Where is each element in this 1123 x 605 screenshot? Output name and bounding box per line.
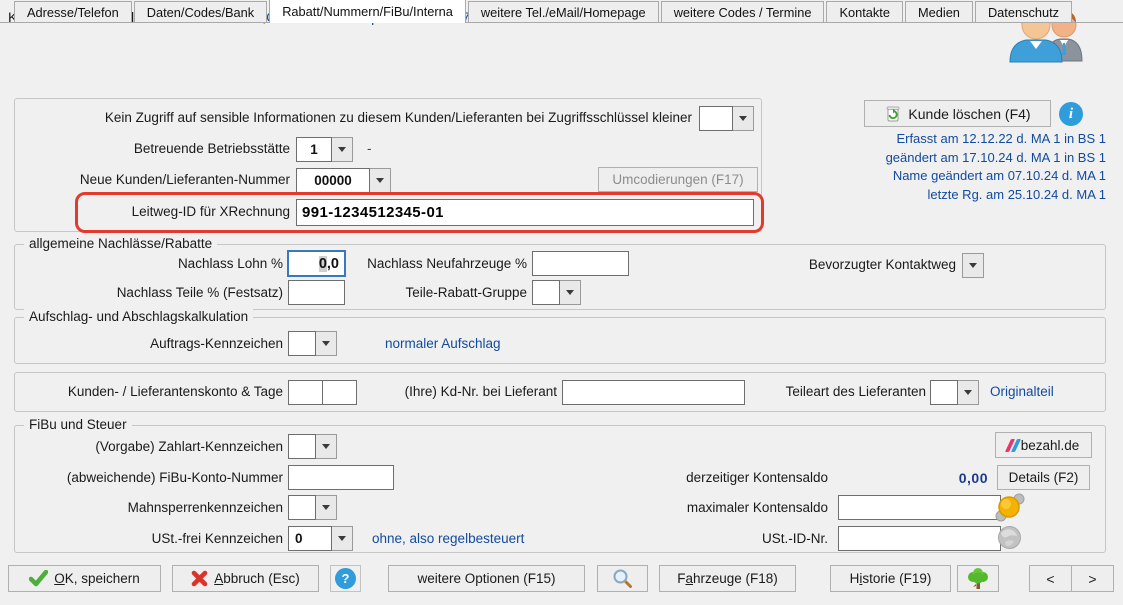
- info-icon[interactable]: i: [1059, 102, 1083, 126]
- tab-kontakte[interactable]: Kontakte: [826, 1, 903, 22]
- weitere-optionen-button[interactable]: weitere Optionen (F15): [388, 565, 585, 592]
- fibu-konto-label: (abweichende) FiBu-Konto-Nummer: [0, 470, 283, 485]
- coins-icon[interactable]: [995, 492, 1025, 527]
- chevron-down-icon[interactable]: [316, 495, 337, 520]
- tree-icon: [966, 567, 990, 591]
- prev-record-button[interactable]: <: [1029, 565, 1072, 592]
- ust-id-label: USt.-ID-Nr.: [600, 531, 828, 546]
- nachlass-neufahrzeuge-label: Nachlass Neufahrzeuge %: [330, 256, 527, 271]
- nachlass-neufahrzeuge-input[interactable]: [532, 251, 629, 276]
- tab-datenschutz[interactable]: Datenschutz: [975, 1, 1072, 22]
- kontensaldo-value: 0,00: [860, 470, 988, 486]
- neue-nummer-combo[interactable]: 00000: [296, 168, 391, 193]
- chevron-down-icon[interactable]: [370, 168, 391, 193]
- info-line: Erfasst am 12.12.22 d. MA 1 in BS 1: [700, 130, 1106, 149]
- bezahl-slashes-icon: [1008, 439, 1018, 452]
- tab-daten-codes-bank[interactable]: Daten/Codes/Bank: [134, 1, 267, 22]
- betriebsstaette-label: Betreuende Betriebsstätte: [0, 141, 290, 156]
- teile-rabatt-gruppe-label: Teile-Rabatt-Gruppe: [350, 285, 527, 300]
- zahlart-label: (Vorgabe) Zahlart-Kennzeichen: [0, 439, 283, 454]
- check-icon: [29, 570, 48, 587]
- fibu-legend: FiBu und Steuer: [24, 417, 132, 432]
- chevron-down-icon[interactable]: [958, 380, 979, 405]
- record-history-info: Erfasst am 12.12.22 d. MA 1 in BS 1 geän…: [700, 130, 1106, 204]
- tab-bar: Adresse/Telefon Daten/Codes/Bank Rabatt/…: [0, 0, 1123, 23]
- details-button[interactable]: Details (F2): [997, 465, 1090, 490]
- kdnr-lieferant-input[interactable]: [562, 380, 745, 405]
- info-line: geändert am 17.10.24 d. MA 1 in BS 1: [700, 149, 1106, 168]
- teileart-combo[interactable]: [930, 380, 979, 405]
- tab-rabatt-nummern-fibu-interna[interactable]: Rabatt/Nummern/FiBu/Interna: [269, 0, 466, 23]
- info-line: letzte Rg. am 25.10.24 d. MA 1: [700, 186, 1106, 205]
- konto-tage-label: Kunden- / Lieferantenskonto & Tage: [0, 384, 283, 399]
- nachlass-teile-label: Nachlass Teile % (Festsatz): [0, 285, 283, 300]
- betriebsstaette-suffix: -: [367, 141, 372, 156]
- chevron-down-icon[interactable]: [560, 280, 581, 305]
- fibu-konto-input[interactable]: [288, 465, 394, 490]
- search-button[interactable]: [597, 565, 648, 592]
- kunde-loeschen-button[interactable]: Kunde löschen (F4): [864, 100, 1051, 127]
- kundenkonto-input[interactable]: [288, 380, 323, 405]
- zahlart-combo[interactable]: [288, 434, 337, 459]
- search-icon: [612, 568, 633, 589]
- info-line: Name geändert am 07.10.24 d. MA 1: [700, 167, 1106, 186]
- kontensaldo-label: derzeitiger Kontensaldo: [600, 470, 828, 485]
- ust-frei-label: USt.-frei Kennzeichen: [0, 531, 283, 546]
- fahrzeuge-button[interactable]: Fahrzeuge (F18): [659, 565, 796, 592]
- tree-view-button[interactable]: [957, 565, 999, 592]
- kontaktweg-label: Bevorzugter Kontaktweg: [756, 257, 956, 272]
- rabatte-legend: allgemeine Nachlässe/Rabatte: [24, 236, 217, 251]
- customer-detail-window: Kd-Nr 10012 Kd-Name Benz GmbH,Carl Fried…: [0, 0, 1123, 605]
- chevron-down-icon[interactable]: [332, 526, 353, 551]
- tab-medien[interactable]: Medien: [905, 1, 973, 22]
- ok-speichern-button[interactable]: OK, speichern: [8, 565, 161, 592]
- trash-recycle-icon: [884, 105, 902, 123]
- kontaktweg-dropdown[interactable]: [962, 253, 984, 278]
- teileart-hint: Originalteil: [990, 384, 1054, 399]
- betriebsstaette-combo[interactable]: 1: [296, 137, 353, 162]
- tage-input[interactable]: [322, 380, 357, 405]
- auftrags-kennzeichen-hint: normaler Aufschlag: [385, 336, 501, 351]
- help-button[interactable]: ?: [330, 565, 361, 592]
- next-record-button[interactable]: >: [1071, 565, 1114, 592]
- chevron-down-icon[interactable]: [316, 434, 337, 459]
- tab-adresse-telefon[interactable]: Adresse/Telefon: [14, 1, 132, 22]
- access-key-label: Kein Zugriff auf sensible Informationen …: [24, 110, 692, 125]
- help-icon: ?: [335, 568, 356, 589]
- ust-frei-hint: ohne, also regelbesteuert: [372, 531, 524, 546]
- abbruch-button[interactable]: Abbruch (Esc): [172, 565, 319, 592]
- ust-id-input[interactable]: [838, 526, 1001, 551]
- chevron-down-icon[interactable]: [316, 331, 337, 356]
- nachlass-lohn-label: Nachlass Lohn %: [0, 256, 283, 271]
- nachlass-teile-input[interactable]: [288, 280, 345, 305]
- bezahl-de-button[interactable]: bezahl.de: [995, 432, 1092, 458]
- neue-nummer-label: Neue Kunden/Lieferanten-Nummer: [0, 172, 290, 187]
- max-kontensaldo-label: maximaler Kontensaldo: [600, 500, 828, 515]
- historie-button[interactable]: Historie (F19): [830, 565, 951, 592]
- mahnsperren-label: Mahnsperrenkennzeichen: [0, 500, 283, 515]
- kdnr-lieferant-label: (Ihre) Kd-Nr. bei Lieferant: [380, 384, 557, 399]
- teile-rabatt-gruppe-combo[interactable]: [532, 280, 581, 305]
- aufschlag-legend: Aufschlag- und Abschlagskalkulation: [24, 309, 253, 324]
- chevron-down-icon[interactable]: [332, 137, 353, 162]
- leitweg-input[interactable]: [296, 199, 754, 226]
- auftrags-kennzeichen-combo[interactable]: [288, 331, 337, 356]
- cancel-x-icon: [191, 570, 208, 587]
- mahnsperren-combo[interactable]: [288, 495, 337, 520]
- teileart-label: Teileart des Lieferanten: [750, 384, 926, 399]
- tab-weitere-codes-termine[interactable]: weitere Codes / Termine: [661, 1, 825, 22]
- max-kontensaldo-input[interactable]: [838, 495, 1001, 520]
- globe-icon[interactable]: [996, 524, 1023, 556]
- chevron-down-icon[interactable]: [733, 106, 754, 131]
- tab-weitere-tel-email-homepage[interactable]: weitere Tel./eMail/Homepage: [468, 1, 659, 22]
- auftrags-kennzeichen-label: Auftrags-Kennzeichen: [0, 336, 283, 351]
- leitweg-label: Leitweg-ID für XRechnung: [0, 204, 290, 219]
- access-key-combo[interactable]: [699, 106, 754, 131]
- ust-frei-combo[interactable]: 0: [288, 526, 353, 551]
